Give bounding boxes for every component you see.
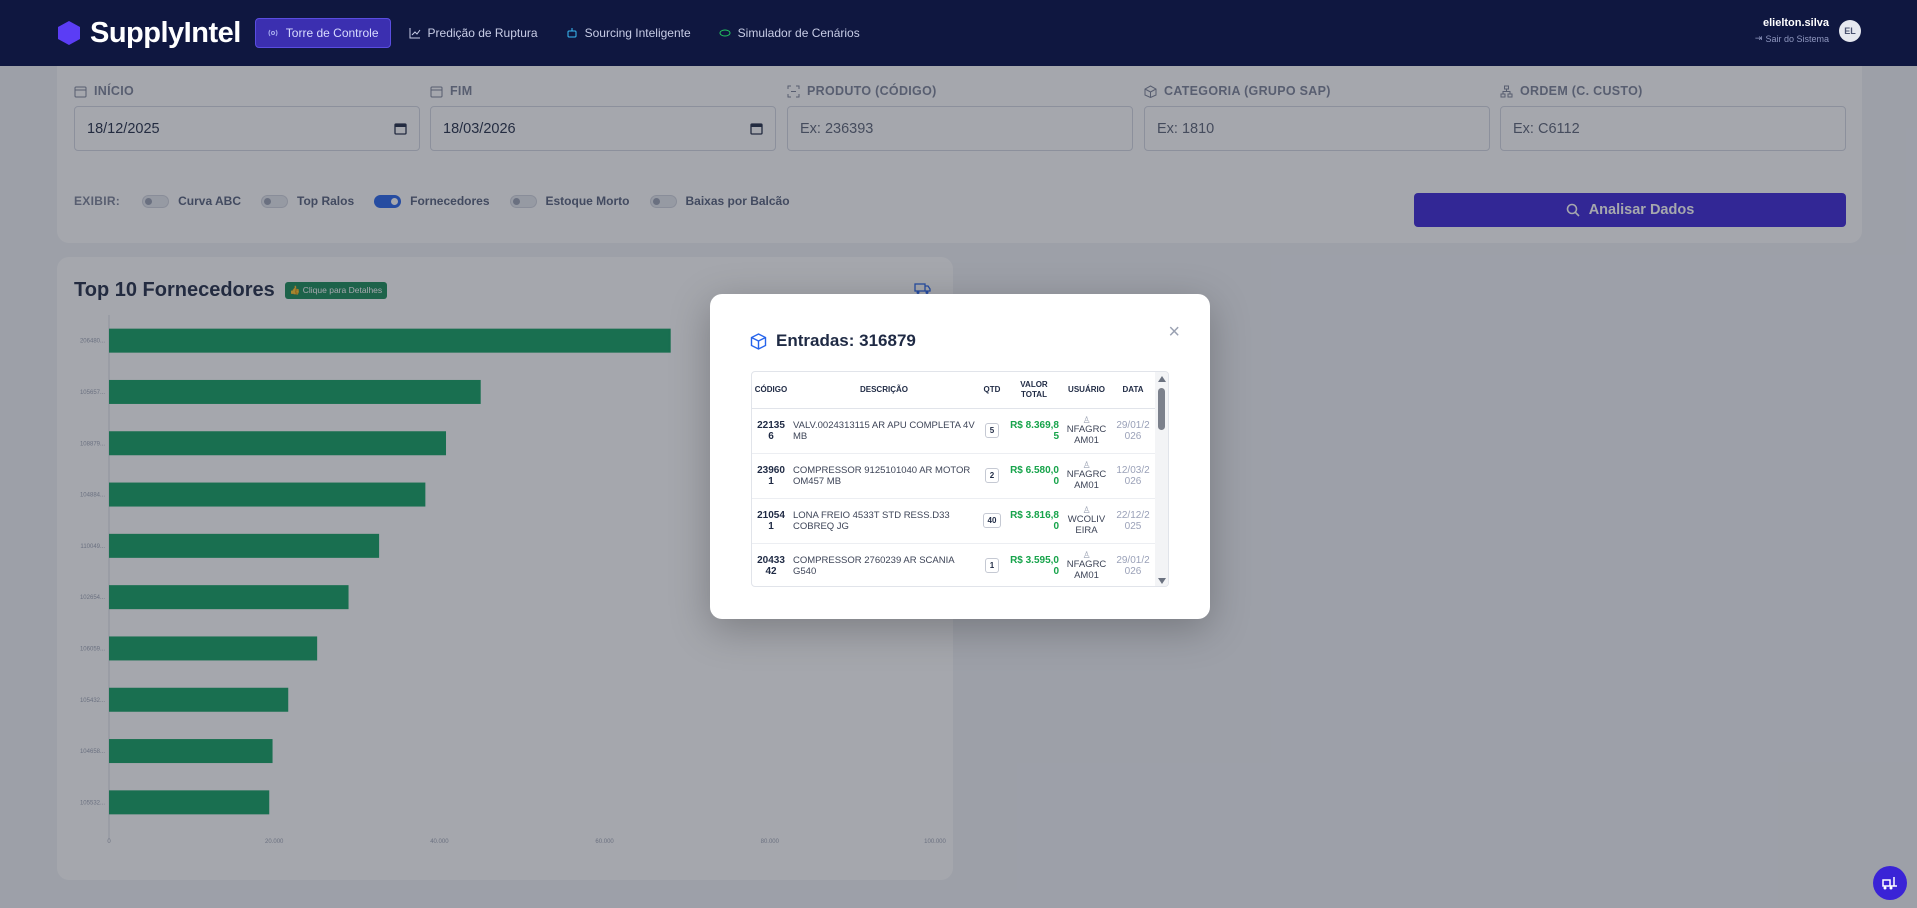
nav-label: Predição de Ruptura	[427, 26, 538, 40]
main-nav: Torre de Controle Predição de Ruptura So…	[254, 18, 870, 48]
qty-badge: 5	[984, 423, 1000, 438]
user-icon: ♙	[1082, 459, 1091, 470]
cell-date: 12/03/2026	[1111, 453, 1155, 499]
col-header-valor-total[interactable]: VALOR TOTAL	[1006, 372, 1062, 409]
qty-badge: 1	[984, 558, 1000, 573]
table-row[interactable]: 210541 LONA FREIO 4533T STD RESS.D33 COB…	[752, 498, 1155, 544]
cell-value: R$ 3.816,80	[1006, 498, 1062, 544]
qty-badge: 2	[984, 468, 1000, 483]
cell-description: LONA FREIO 4533T STD RESS.D33 COBREQ JG	[790, 498, 978, 544]
avatar[interactable]: EL	[1839, 19, 1861, 42]
user-icon: ♙	[1082, 504, 1091, 515]
scroll-thumb[interactable]	[1158, 388, 1165, 430]
brand[interactable]: SupplyIntel	[56, 17, 241, 50]
cell-user: ♙ NFAGRCAM01	[1062, 453, 1111, 499]
scroll-down-arrow-icon[interactable]	[1158, 578, 1166, 584]
nav-sourcing-inteligente[interactable]: Sourcing Inteligente	[556, 19, 701, 47]
user-value: NFAGRCAM01	[1066, 468, 1107, 491]
cell-date: 22/12/2025	[1111, 498, 1155, 544]
col-header-codigo[interactable]: CÓDIGO	[752, 372, 790, 409]
package-icon	[750, 332, 767, 350]
cell-value: R$ 8.369,85	[1006, 408, 1062, 454]
entries-table: CÓDIGO DESCRIÇÃO QTD VALOR TOTAL USUÁRIO…	[752, 372, 1155, 586]
scroll-up-arrow-icon[interactable]	[1158, 376, 1166, 382]
cell-value: R$ 6.580,00	[1006, 453, 1062, 499]
cell-code: 2043342	[752, 543, 790, 586]
cell-qty: 5	[978, 408, 1006, 454]
nav-simulador-de-cenarios[interactable]: Simulador de Cenários	[709, 19, 870, 47]
user-box: elielton.silva ⇥ Sair do Sistema EL	[1755, 17, 1861, 44]
table-header-row: CÓDIGO DESCRIÇÃO QTD VALOR TOTAL USUÁRIO…	[752, 372, 1155, 409]
cell-qty: 1	[978, 543, 1006, 586]
qty-badge: 40	[982, 513, 1002, 528]
modal-title: Entradas: 316879	[776, 331, 916, 350]
cell-description: VALV.0024313115 AR APU COMPLETA 4V MB	[790, 408, 978, 454]
cell-date: 29/01/2026	[1111, 543, 1155, 586]
col-header-data[interactable]: DATA	[1111, 372, 1155, 409]
brand-name: SupplyIntel	[90, 16, 241, 49]
top-navbar: SupplyIntel Torre de Controle Predição d…	[0, 0, 1917, 66]
col-header-descricao[interactable]: DESCRIÇÃO	[790, 372, 978, 409]
cell-user: ♙ NFAGRCAM01	[1062, 543, 1111, 586]
nav-predicao-de-ruptura[interactable]: Predição de Ruptura	[399, 19, 548, 47]
cell-date: 29/01/2026	[1111, 408, 1155, 454]
user-value: WCOLIVEIRA	[1067, 513, 1106, 536]
orbit-icon	[719, 29, 731, 37]
nav-label: Torre de Controle	[285, 26, 379, 40]
robot-icon	[567, 28, 577, 38]
cell-description: COMPRESSOR 2760239 AR SCANIA G540	[790, 543, 978, 586]
cell-value: R$ 3.595,00	[1006, 543, 1062, 586]
user-value: NFAGRCAM01	[1066, 423, 1107, 446]
entries-modal: × Entradas: 316879 CÓDIGO DESCRIÇÃO QTD …	[710, 294, 1210, 619]
table-scrollbar[interactable]	[1155, 372, 1168, 586]
cell-qty: 2	[978, 453, 1006, 499]
user-name: elielton.silva	[1762, 17, 1829, 29]
close-icon[interactable]: ×	[1168, 322, 1180, 342]
user-value: NFAGRCAM01	[1066, 558, 1107, 581]
radio-tower-icon	[268, 29, 278, 37]
logout-icon: ⇥	[1754, 33, 1763, 43]
hexagon-logo-icon	[58, 21, 80, 45]
trend-chart-icon	[409, 28, 420, 39]
cell-code: 239601	[752, 453, 790, 499]
cell-code: 210541	[752, 498, 790, 544]
logout-label: Sair do Sistema	[1765, 33, 1829, 44]
table-row[interactable]: 239601 COMPRESSOR 9125101040 AR MOTOR OM…	[752, 453, 1155, 499]
cell-qty: 40	[978, 498, 1006, 544]
nav-torre-de-controle[interactable]: Torre de Controle	[254, 18, 391, 48]
assistant-fab-button[interactable]	[1873, 866, 1907, 900]
table-row[interactable]: 221356 VALV.0024313115 AR APU COMPLETA 4…	[752, 408, 1155, 454]
user-icon: ♙	[1082, 549, 1091, 560]
cell-code: 221356	[752, 408, 790, 454]
forklift-icon	[1882, 877, 1897, 890]
col-header-qtd[interactable]: QTD	[978, 372, 1006, 409]
cell-description: COMPRESSOR 9125101040 AR MOTOR OM457 MB	[790, 453, 978, 499]
entries-table-scroll[interactable]: CÓDIGO DESCRIÇÃO QTD VALOR TOTAL USUÁRIO…	[751, 371, 1169, 587]
user-icon: ♙	[1082, 414, 1091, 425]
nav-label: Sourcing Inteligente	[584, 26, 691, 40]
table-row[interactable]: 2043342 COMPRESSOR 2760239 AR SCANIA G54…	[752, 543, 1155, 586]
nav-label: Simulador de Cenários	[737, 26, 860, 40]
cell-user: ♙ NFAGRCAM01	[1062, 408, 1111, 454]
cell-user: ♙ WCOLIVEIRA	[1062, 498, 1111, 544]
logout-link[interactable]: ⇥ Sair do Sistema	[1755, 33, 1829, 44]
col-header-usuario[interactable]: USUÁRIO	[1062, 372, 1111, 409]
